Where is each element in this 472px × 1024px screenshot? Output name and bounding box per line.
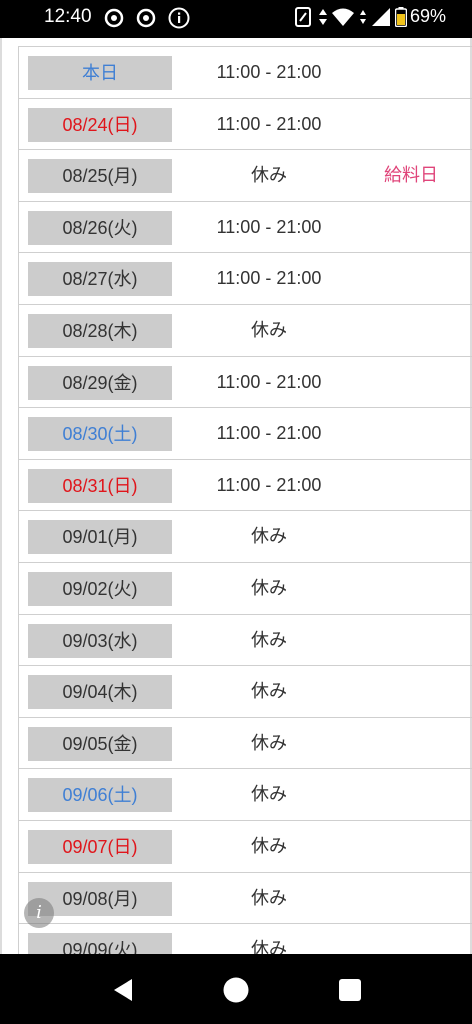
schedule-row: 09/09(火) 休み xyxy=(19,924,472,954)
chrome-icon xyxy=(136,8,156,28)
status-right-icons: 69% xyxy=(294,6,446,27)
schedule-row: 09/01(月) 休み xyxy=(19,511,472,563)
schedule-row: 09/05(金) 休み xyxy=(19,718,472,770)
wifi-icon xyxy=(331,8,354,26)
navigation-bar xyxy=(0,954,472,1024)
schedule-hours: 11:00 - 21:00 xyxy=(216,423,322,444)
schedule-date: 09/06(土) xyxy=(28,778,172,813)
status-bar: 12:40 69% xyxy=(0,0,472,38)
back-icon[interactable] xyxy=(110,976,138,1004)
schedule-date: 08/27(水) xyxy=(28,262,172,297)
status-time: 12:40 xyxy=(44,6,92,27)
schedule-note: 給料日 xyxy=(384,165,438,186)
schedule-hours: 休み xyxy=(251,165,287,186)
schedule-hours: 休み xyxy=(251,577,287,598)
schedule-date: 09/01(月) xyxy=(28,520,172,555)
schedule-row: 08/31(日) 11:00 - 21:00 xyxy=(19,460,472,512)
schedule-row: 08/24(日) 11:00 - 21:00 xyxy=(19,99,472,151)
schedule-hours: 休み xyxy=(251,526,287,547)
schedule-hours: 休み xyxy=(251,835,287,856)
schedule-hours: 11:00 - 21:00 xyxy=(216,268,322,289)
schedule-row: 08/25(月) 休み 給料日 xyxy=(19,150,472,202)
schedule-row: 08/27(水) 11:00 - 21:00 xyxy=(19,253,472,305)
schedule-row: 08/26(火) 11:00 - 21:00 xyxy=(19,202,472,254)
schedule-date: 08/25(月) xyxy=(28,159,172,194)
schedule-row: 08/29(金) 11:00 - 21:00 xyxy=(19,357,472,409)
schedule-hours: 11:00 - 21:00 xyxy=(216,216,322,237)
schedule-date: 09/02(火) xyxy=(28,571,172,606)
schedule-row: 08/30(土) 11:00 - 21:00 xyxy=(19,408,472,460)
schedule-hours: 休み xyxy=(251,629,287,650)
schedule-hours: 休み xyxy=(251,887,287,908)
schedule-row: 09/07(日) 休み xyxy=(19,821,472,873)
battery-percent: 69% xyxy=(409,6,446,26)
data-arrows-icon xyxy=(359,9,366,24)
schedule-hours: 11:00 - 21:00 xyxy=(216,62,322,82)
schedule-hours: 11:00 - 21:00 xyxy=(216,474,322,495)
schedule-table: 本日 11:00 - 21:00 08/24(日) 11:00 - 21:00 08/2… xyxy=(18,46,472,954)
home-icon[interactable] xyxy=(222,976,250,1004)
chrome-icon xyxy=(104,8,124,28)
schedule-row: 09/02(火) 休み xyxy=(19,563,472,615)
schedule-hours: 休み xyxy=(251,681,287,702)
schedule-date: 09/05(金) xyxy=(28,726,172,761)
schedule-hours: 休み xyxy=(251,732,287,753)
schedule-date: 08/24(日) xyxy=(28,107,172,142)
schedule-hours: 休み xyxy=(251,939,287,954)
signal-icon xyxy=(371,7,390,26)
schedule-row: 09/06(土) 休み xyxy=(19,769,472,821)
schedule-date: 08/28(木) xyxy=(28,313,172,348)
schedule-hours: 休み xyxy=(251,319,287,340)
schedule-date: 09/07(日) xyxy=(28,829,172,864)
schedule-row: 本日 11:00 - 21:00 xyxy=(19,47,472,99)
schedule-hours: 休み xyxy=(251,784,287,805)
schedule-date: 08/31(日) xyxy=(28,468,172,503)
schedule-date: 08/26(火) xyxy=(28,210,172,245)
schedule-date: 本日 xyxy=(28,56,172,90)
schedule-row: 08/28(木) 休み xyxy=(19,305,472,357)
schedule-hours: 11:00 - 21:00 xyxy=(216,371,322,392)
schedule-hours: 11:00 - 21:00 xyxy=(216,113,322,134)
schedule-date: 08/30(土) xyxy=(28,417,172,452)
info-badge[interactable]: i xyxy=(24,898,54,928)
schedule-row: 09/04(木) 休み xyxy=(19,666,472,718)
battery-icon xyxy=(394,6,407,27)
schedule-date: 09/09(火) xyxy=(28,933,172,954)
nfc-icon xyxy=(294,6,311,27)
recents-icon[interactable] xyxy=(336,976,364,1004)
schedule-date: 09/03(水) xyxy=(28,623,172,658)
data-arrows-icon xyxy=(318,8,327,25)
info-icon xyxy=(168,7,190,29)
schedule-row: 09/08(月) 休み xyxy=(19,873,472,925)
schedule-date: 08/29(金) xyxy=(28,365,172,400)
web-content[interactable]: 本日 11:00 - 21:00 08/24(日) 11:00 - 21:00 08/2… xyxy=(0,38,472,954)
schedule-row: 09/03(水) 休み xyxy=(19,615,472,667)
schedule-date: 09/04(木) xyxy=(28,675,172,710)
